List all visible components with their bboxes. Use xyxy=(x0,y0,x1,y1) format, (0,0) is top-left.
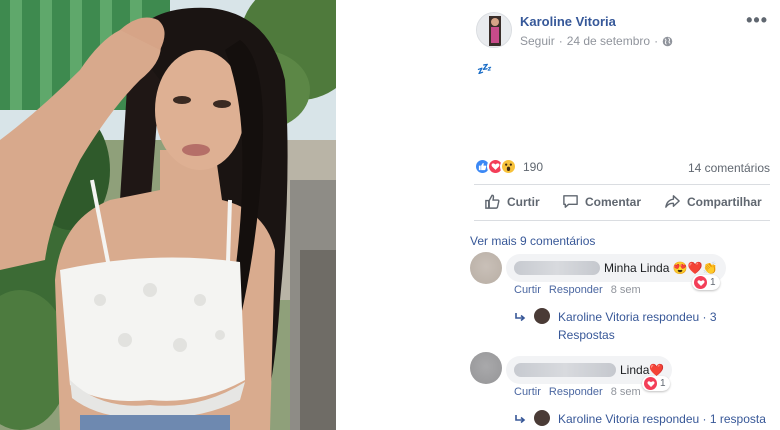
commenter-avatar[interactable] xyxy=(470,252,502,284)
comment-reaction-count: 1 xyxy=(710,277,716,288)
comment-text: Minha Linda 😍❤️👏 xyxy=(604,261,718,275)
replier-avatar xyxy=(534,308,550,324)
comment-label: Comentar xyxy=(585,194,642,209)
comment-icon xyxy=(563,195,578,208)
comment-reactions[interactable]: 1 xyxy=(642,376,670,391)
meta-separator: · xyxy=(654,34,659,48)
replies-link[interactable]: Karoline Vitoria respondeu · 3 Respostas xyxy=(514,308,738,344)
comment-like-link[interactable]: Curtir xyxy=(514,284,541,296)
commenter-name-blurred[interactable] xyxy=(514,261,600,275)
love-reaction-icon xyxy=(694,276,707,289)
share-label: Compartilhar xyxy=(687,194,762,209)
post-meta: Seguir · 24 de setembro · xyxy=(520,34,673,48)
author-avatar[interactable] xyxy=(476,12,512,48)
see-more-comments-link[interactable]: Ver mais 9 comentários xyxy=(470,234,595,248)
replier-avatar xyxy=(534,410,550,426)
post-date[interactable]: 24 de setembro xyxy=(567,34,650,48)
wow-reaction-icon xyxy=(500,158,517,175)
post-photo[interactable] xyxy=(0,0,336,430)
divider xyxy=(474,184,770,185)
comment-reactions[interactable]: 1 xyxy=(692,275,720,290)
reply-arrow-icon xyxy=(515,415,526,424)
thumbs-up-icon xyxy=(485,194,500,209)
replies-summary: Karoline Vitoria respondeu · 3 Respostas xyxy=(558,310,717,342)
comment-actions: Curtir Responder 8 sem xyxy=(514,386,641,398)
follow-button[interactable]: Seguir xyxy=(520,34,555,48)
comment-time[interactable]: 8 sem xyxy=(611,386,641,398)
reactions-summary[interactable]: 190 xyxy=(474,158,543,175)
more-options-icon[interactable]: ••• xyxy=(746,10,768,31)
globe-icon[interactable] xyxy=(662,36,673,47)
author-name[interactable]: Karoline Vitoria xyxy=(520,14,616,29)
share-button[interactable]: Compartilhar xyxy=(664,193,762,210)
reply-arrow-icon xyxy=(515,313,526,322)
post-panel: Karoline Vitoria Seguir · 24 de setembro… xyxy=(336,0,780,430)
commenter-name-blurred[interactable] xyxy=(514,363,616,377)
comment-reply-link[interactable]: Responder xyxy=(549,386,603,398)
comment-text: Linda❤️ xyxy=(620,363,665,377)
commenter-avatar[interactable] xyxy=(470,352,502,384)
share-icon xyxy=(665,195,680,208)
meta-separator: · xyxy=(558,34,563,48)
comment-reaction-count: 1 xyxy=(660,378,666,389)
comment-actions: Curtir Responder 8 sem xyxy=(514,284,641,296)
comment-button[interactable]: Comentar xyxy=(562,193,641,210)
replies-summary: Karoline Vitoria respondeu · 1 resposta xyxy=(558,412,766,426)
comment-reply-link[interactable]: Responder xyxy=(549,284,603,296)
like-button[interactable]: Curtir xyxy=(484,193,540,210)
post-text: 💤 xyxy=(476,62,491,76)
comments-count[interactable]: 14 comentários xyxy=(688,161,770,175)
comment-like-link[interactable]: Curtir xyxy=(514,386,541,398)
comment-time[interactable]: 8 sem xyxy=(611,284,641,296)
reactions-count[interactable]: 190 xyxy=(523,160,543,174)
like-label: Curtir xyxy=(507,194,540,209)
divider xyxy=(474,220,770,221)
replies-link[interactable]: Karoline Vitoria respondeu · 1 resposta xyxy=(514,410,780,428)
love-reaction-icon xyxy=(644,377,657,390)
